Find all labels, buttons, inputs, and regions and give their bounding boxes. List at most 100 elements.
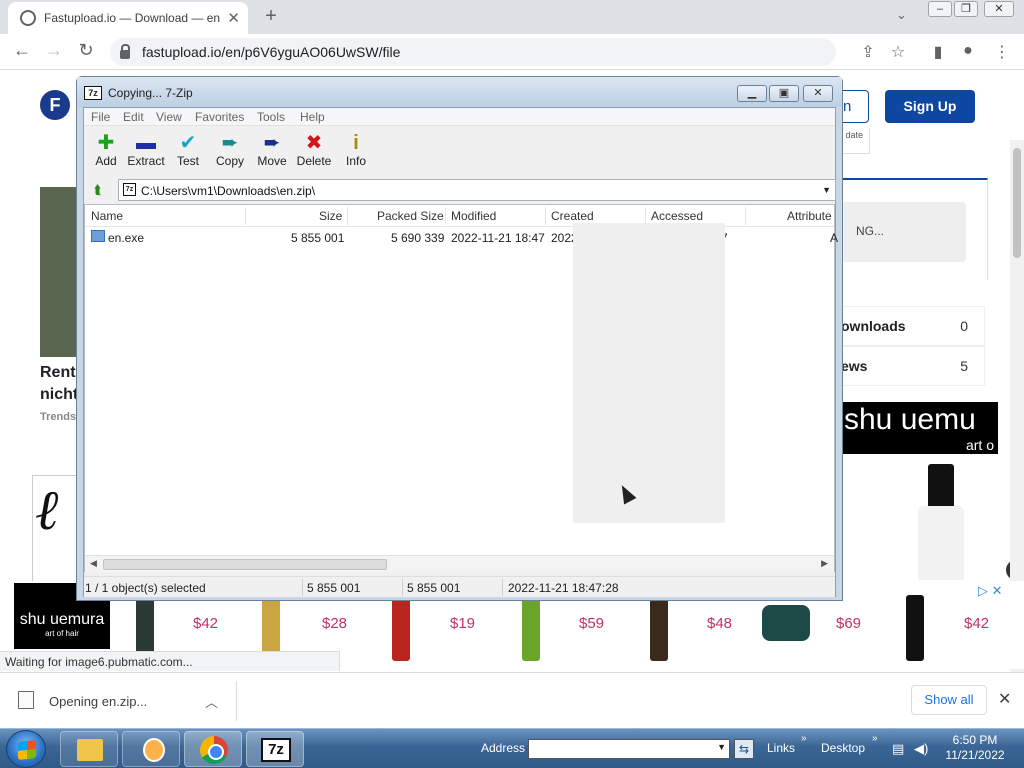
chevron-icon[interactable]: » — [801, 733, 807, 744]
test-button[interactable]: ✔ Test — [166, 132, 210, 168]
start-button[interactable] — [6, 730, 46, 768]
chevron-up-icon[interactable]: ︿ — [205, 692, 218, 711]
column-attributes[interactable]: Attribute — [787, 209, 832, 223]
taskbar-explorer[interactable] — [60, 731, 118, 767]
browser-status-bar: Waiting for image6.pubmatic.com... — [0, 651, 340, 671]
info-button[interactable]: i Info — [334, 132, 378, 168]
move-button[interactable]: ➨ Move — [250, 132, 294, 168]
ad-product-bottle[interactable] — [918, 464, 964, 580]
menu-file[interactable]: File — [91, 110, 110, 124]
ad-price[interactable]: $42 — [964, 615, 989, 632]
ad-product[interactable] — [906, 595, 924, 661]
tab-close-icon[interactable]: ✕ — [227, 9, 240, 27]
address-bar[interactable]: fastupload.io/en/p6V6yguAO06UwSW/file — [110, 38, 836, 66]
delete-button[interactable]: ✖ Delete — [292, 132, 336, 168]
column-packed-size[interactable]: Packed Size — [377, 209, 444, 223]
move-icon: ➨ — [263, 132, 281, 154]
7zip-close-button[interactable]: ✕ — [803, 85, 833, 102]
go-button[interactable]: ⇆ — [734, 739, 754, 759]
column-accessed[interactable]: Accessed — [651, 209, 703, 223]
archive-icon: 7z — [123, 183, 136, 196]
site-logo[interactable]: F — [40, 90, 70, 120]
close-download-bar-icon[interactable]: ✕ — [998, 689, 1011, 709]
tab-search-icon[interactable]: ⌄ — [896, 7, 907, 23]
copy-button[interactable]: ➨ Copy — [208, 132, 252, 168]
download-item-label[interactable]: Opening en.zip... — [49, 694, 147, 709]
scroll-thumb[interactable] — [103, 559, 387, 570]
ad-price[interactable]: $48 — [707, 615, 732, 632]
ad-product[interactable] — [650, 595, 668, 661]
menu-view[interactable]: View — [156, 110, 182, 124]
trends-label: Trends — [40, 411, 77, 423]
show-all-button[interactable]: Show all — [911, 685, 987, 715]
extract-button[interactable]: ▬ Extract — [124, 132, 168, 168]
column-modified[interactable]: Modified — [451, 209, 496, 223]
new-tab-button[interactable]: + — [260, 5, 282, 28]
taskbar-7zip[interactable]: 7z — [246, 731, 304, 767]
chevron-icon[interactable]: » — [872, 733, 878, 744]
ad-price[interactable]: $69 — [836, 615, 861, 632]
back-icon[interactable]: ← — [10, 40, 34, 61]
taskbar-media-player[interactable] — [122, 731, 180, 767]
browser-tab-bar: Fastupload.io — Download — en ✕ + ⌄ – ❐ … — [0, 0, 1024, 34]
adchoices-icon[interactable]: ▷ ✕ — [978, 583, 1003, 599]
add-icon: ✚ — [97, 132, 115, 154]
menu-tools[interactable]: Tools — [257, 110, 285, 124]
menu-icon[interactable]: ⋮ — [992, 42, 1012, 62]
path-dropdown-icon[interactable]: ▼ — [822, 185, 831, 195]
links-toolbar-label[interactable]: Links — [767, 741, 795, 755]
minimize-button[interactable]: – — [928, 1, 952, 17]
share-icon[interactable]: ⇪ — [858, 42, 878, 62]
restore-button[interactable]: ❐ — [954, 1, 978, 17]
bookmark-star-icon[interactable]: ☆ — [888, 42, 908, 62]
ad-banner-brand[interactable]: shu uemu art o — [842, 402, 998, 454]
7zip-maximize-button[interactable]: ▣ — [769, 85, 799, 102]
ad-product[interactable] — [392, 595, 410, 661]
ad-product[interactable] — [762, 605, 810, 641]
path-text: C:\Users\vm1\Downloads\en.zip\ — [141, 184, 316, 198]
7zip-minimize-button[interactable]: ▁ — [737, 85, 767, 102]
network-icon[interactable]: ▤ — [892, 741, 904, 757]
signup-button[interactable]: Sign Up — [885, 90, 975, 123]
taskbar-chrome[interactable] — [184, 731, 242, 767]
column-created[interactable]: Created — [551, 209, 594, 223]
add-button[interactable]: ✚ Add — [84, 132, 128, 168]
7zip-title-bar[interactable]: 7z Copying... 7-Zip ▁ ▣ ✕ — [77, 77, 842, 107]
7zip-window: 7z Copying... 7-Zip ▁ ▣ ✕ File Edit View… — [76, 76, 843, 601]
horizontal-scrollbar[interactable]: ◀ ▶ — [85, 555, 834, 572]
system-clock[interactable]: 6:50 PM 11/21/2022 — [940, 733, 1010, 763]
delete-icon: ✖ — [305, 132, 323, 154]
7zip-path-bar: ⮬ 7z C:\Users\vm1\Downloads\en.zip\ ▼ — [84, 178, 836, 202]
taskbar-address-input[interactable]: ▼ — [528, 739, 730, 759]
menu-favorites[interactable]: Favorites — [195, 110, 244, 124]
desktop-toolbar-label[interactable]: Desktop — [821, 741, 865, 755]
extract-label: Extract — [127, 154, 165, 168]
menu-edit[interactable]: Edit — [123, 110, 144, 124]
status-size: 5 855 001 — [307, 581, 361, 595]
close-window-button[interactable]: ✕ — [984, 1, 1014, 17]
left-ad[interactable]: ℓ — [32, 475, 82, 585]
reload-icon[interactable]: ↻ — [74, 40, 98, 61]
article-thumbnail[interactable] — [40, 187, 80, 357]
column-size[interactable]: Size — [319, 209, 342, 223]
lock-icon — [120, 43, 130, 59]
volume-icon[interactable]: ◀) — [914, 741, 928, 757]
status-modified: 2022-11-21 18:47:28 — [508, 581, 619, 595]
scroll-right-icon[interactable]: ▶ — [821, 558, 828, 569]
dropdown-arrow-icon[interactable]: ▼ — [717, 742, 726, 752]
menu-help[interactable]: Help — [300, 110, 325, 124]
scroll-left-icon[interactable]: ◀ — [90, 558, 97, 569]
ad-price[interactable]: $19 — [450, 615, 475, 632]
column-name[interactable]: Name — [91, 209, 123, 223]
path-input[interactable]: 7z C:\Users\vm1\Downloads\en.zip\ ▼ — [118, 179, 836, 201]
profile-icon[interactable]: ● — [958, 42, 978, 60]
add-label: Add — [95, 154, 117, 168]
folder-up-icon[interactable]: ⮬ — [88, 181, 108, 199]
side-panel-icon[interactable]: ▮ — [928, 42, 948, 62]
ad-price[interactable]: $59 — [579, 615, 604, 632]
ad-price[interactable]: $42 — [193, 615, 218, 632]
ad-product[interactable] — [522, 595, 540, 661]
browser-tab[interactable]: Fastupload.io — Download — en ✕ — [8, 2, 248, 34]
ad-price[interactable]: $28 — [322, 615, 347, 632]
forward-icon[interactable]: → — [42, 40, 66, 61]
